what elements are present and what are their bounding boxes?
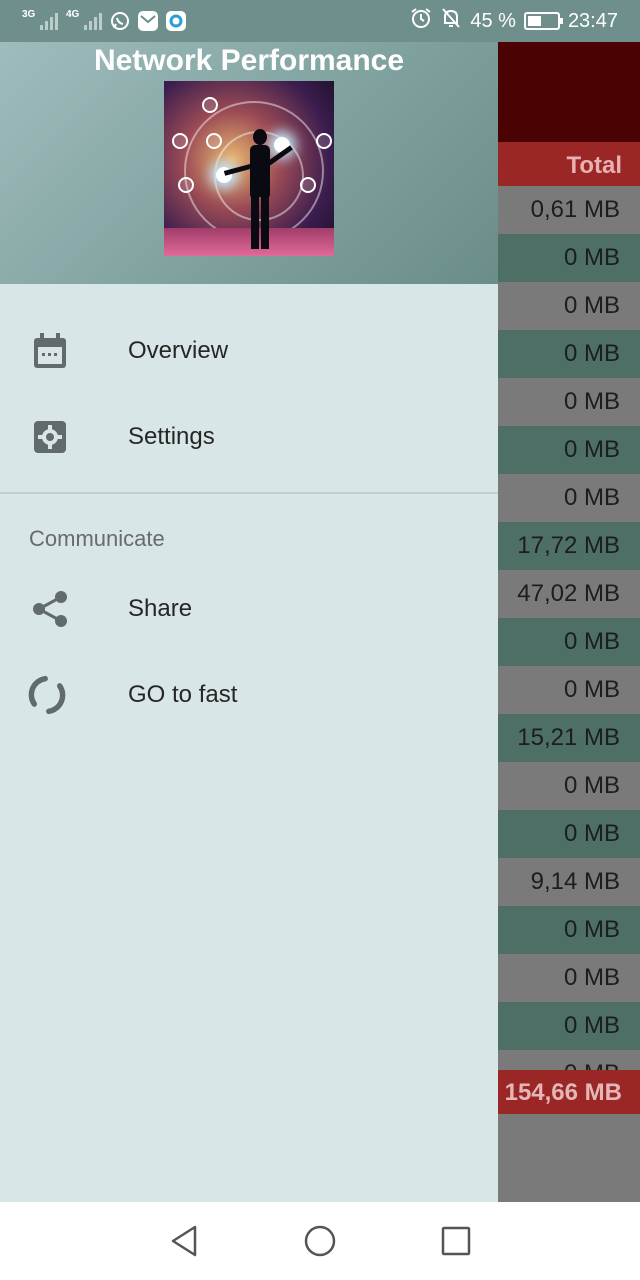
menu-label-share: Share — [128, 595, 193, 622]
person-silhouette — [223, 129, 293, 253]
menu-item-settings[interactable]: Settings — [0, 394, 498, 480]
drawer-header: Network Performance — [0, 42, 498, 284]
alarm-icon — [410, 7, 432, 35]
back-button[interactable] — [164, 1221, 204, 1261]
share-icon — [30, 589, 70, 629]
menu-label-settings: Settings — [128, 423, 215, 450]
sim1-network-type: 3G — [22, 9, 36, 20]
home-button[interactable] — [300, 1221, 340, 1261]
menu-item-go-to-fast[interactable]: GO to fast — [0, 652, 498, 738]
status-bar: 3G 4G 45 % 23:47 — [0, 0, 640, 42]
menu-item-overview[interactable]: Overview — [0, 308, 498, 394]
drawer-title: Network Performance — [93, 44, 405, 77]
clock: 23:47 — [567, 9, 618, 32]
section-label-communicate: Communicate — [29, 526, 165, 551]
status-left: 3G 4G — [22, 9, 186, 31]
recents-button[interactable] — [436, 1221, 476, 1261]
sim2-signal-icon: 4G — [66, 9, 102, 30]
menu-label-overview: Overview — [128, 337, 229, 364]
notifications-muted-icon — [440, 7, 462, 35]
status-right: 45 % 23:47 — [410, 7, 618, 35]
system-navigation-bar — [0, 1202, 640, 1280]
header-illustration — [164, 81, 334, 256]
drawer-menu: Overview Settings — [0, 284, 498, 480]
sim2-network-type: 4G — [66, 9, 80, 20]
menu-item-share[interactable]: Share — [0, 566, 498, 652]
whatsapp-icon — [110, 11, 130, 31]
battery-percent: 45 % — [470, 9, 516, 32]
menu-label-go-to-fast: GO to fast — [128, 681, 238, 708]
navigation-drawer: Network Performance Overview Settings Co… — [0, 42, 498, 1202]
app-notification-icon — [166, 11, 186, 31]
gear-icon — [30, 417, 70, 457]
calendar-icon — [30, 331, 70, 371]
battery-icon — [523, 12, 563, 30]
sync-icon — [27, 675, 67, 715]
mail-icon — [138, 11, 158, 31]
sim1-signal-icon: 3G — [22, 9, 58, 30]
